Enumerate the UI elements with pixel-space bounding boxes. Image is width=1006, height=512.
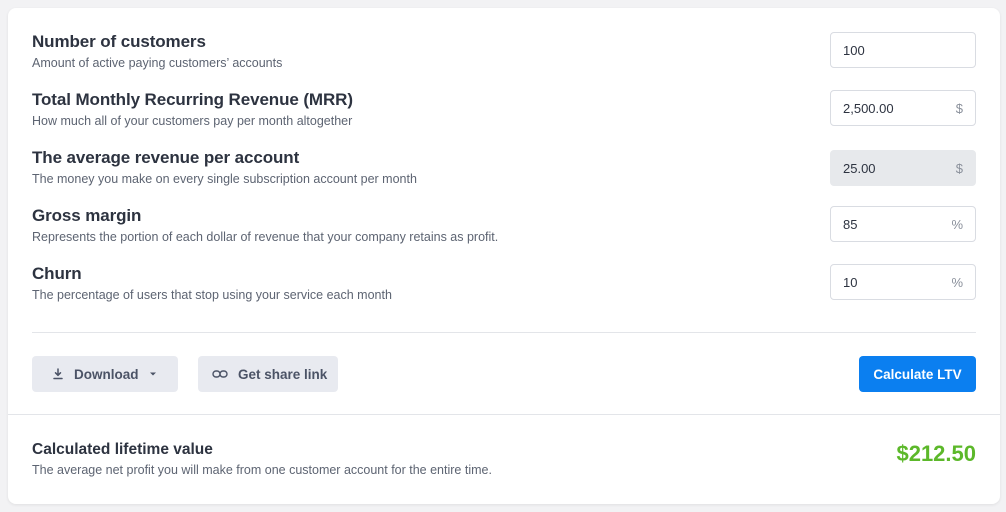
- field-row-churn: Churn The percentage of users that stop …: [8, 264, 1000, 316]
- calculate-label: Calculate LTV: [873, 366, 962, 382]
- calculate-ltv-button[interactable]: Calculate LTV: [859, 356, 976, 392]
- ltv-result-value: $212.50: [896, 441, 976, 466]
- field-label: Total Monthly Recurring Revenue (MRR): [32, 90, 353, 109]
- churn-input[interactable]: 10 %: [830, 264, 976, 300]
- field-description: The percentage of users that stop using …: [32, 288, 392, 302]
- input-value: 25.00: [843, 161, 876, 176]
- result-label: Calculated lifetime value: [32, 441, 213, 458]
- field-label: Number of customers: [32, 32, 206, 51]
- download-label: Download: [74, 366, 139, 382]
- download-icon: [50, 366, 66, 382]
- input-value: 10: [843, 275, 858, 290]
- input-value: 100: [843, 43, 865, 58]
- result-description: The average net profit you will make fro…: [32, 463, 492, 477]
- input-unit: $: [955, 101, 963, 116]
- arpa-readonly-field: 25.00 $: [830, 150, 976, 186]
- field-label: Gross margin: [32, 206, 142, 225]
- mrr-input[interactable]: 2,500.00 $: [830, 90, 976, 126]
- download-button[interactable]: Download: [32, 356, 178, 392]
- field-label: Churn: [32, 264, 82, 283]
- field-description: Amount of active paying customers’ accou…: [32, 56, 283, 70]
- field-description: How much all of your customers pay per m…: [32, 114, 353, 128]
- field-row-gross-margin: Gross margin Represents the portion of e…: [8, 206, 1000, 258]
- link-icon: [212, 366, 228, 382]
- ltv-calculator-card: Number of customers Amount of active pay…: [8, 8, 1000, 504]
- field-row-customers: Number of customers Amount of active pay…: [8, 32, 1000, 84]
- field-description: Represents the portion of each dollar of…: [32, 230, 499, 244]
- input-unit: $: [955, 161, 963, 176]
- input-value: 85: [843, 217, 858, 232]
- field-row-mrr: Total Monthly Recurring Revenue (MRR) Ho…: [8, 90, 1000, 142]
- gross-margin-input[interactable]: 85 %: [830, 206, 976, 242]
- field-label: The average revenue per account: [32, 148, 300, 167]
- customers-input[interactable]: 100: [830, 32, 976, 68]
- section-divider: [32, 332, 976, 333]
- input-unit: %: [951, 275, 963, 290]
- result-section: Calculated lifetime value The average ne…: [8, 414, 1000, 504]
- field-row-arpa: The average revenue per account The mone…: [8, 148, 1000, 200]
- field-description: The money you make on every single subsc…: [32, 172, 417, 186]
- share-label: Get share link: [238, 366, 328, 382]
- caret-down-icon: [145, 366, 161, 382]
- get-share-link-button[interactable]: Get share link: [198, 356, 338, 392]
- input-value: 2,500.00: [843, 101, 894, 116]
- input-unit: %: [951, 217, 963, 232]
